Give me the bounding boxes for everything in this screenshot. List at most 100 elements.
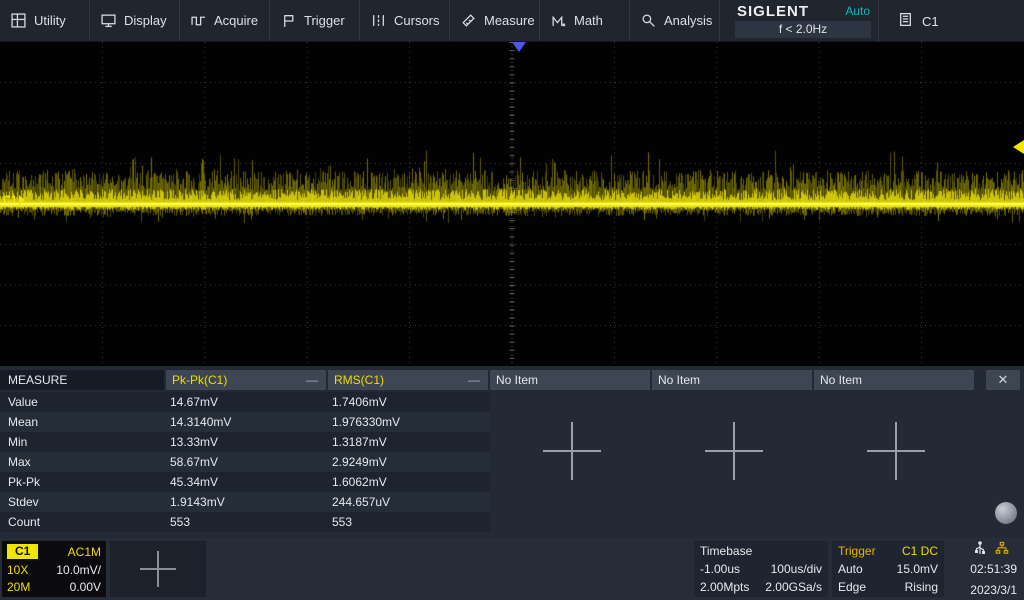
trigger-flag-icon: [281, 13, 296, 28]
stat-label: Min: [8, 432, 27, 452]
menu-item-label: Measure: [484, 13, 535, 28]
measure-column-label: No Item: [820, 373, 862, 387]
clock-time: 02:51:39: [970, 562, 1017, 576]
channel1-volts-per-div: 10.0mV/: [56, 563, 101, 577]
minimize-measure-icon[interactable]: —: [306, 370, 318, 390]
stat-value: 1.976330mV: [332, 412, 400, 432]
brand-logo: SIGLENT: [737, 3, 809, 20]
status-bar: C1 AC1M 10X 10.0mV/ 20M 0.00V Timebase -…: [0, 538, 1024, 600]
stat-value: 1.9143mV: [170, 492, 225, 512]
timebase-title: Timebase: [700, 544, 752, 558]
stat-label: Mean: [8, 412, 38, 432]
menu-item-trigger[interactable]: Trigger: [270, 0, 360, 41]
menu-bar: Utility Display Acquire Trigger Cursors …: [0, 0, 1024, 42]
acquire-icon: [191, 13, 206, 28]
add-measurement-button[interactable]: [543, 422, 601, 480]
trigger-descriptor-box[interactable]: Trigger C1 DC Auto 15.0mV Edge Rising: [832, 541, 944, 597]
trigger-source: C1 DC: [902, 544, 938, 558]
close-measure-panel-button[interactable]: ✕: [986, 370, 1020, 390]
menu-item-label: Acquire: [214, 13, 258, 28]
add-channel-box[interactable]: [110, 541, 206, 597]
measure-column-label: No Item: [658, 373, 700, 387]
active-channel-label: C1: [922, 14, 939, 29]
stat-value: 1.3187mV: [332, 432, 387, 452]
measure-column-empty-3[interactable]: No Item: [814, 370, 974, 390]
timebase-mem-points: 2.00Mpts: [700, 580, 749, 594]
timebase-delay: -1.00us: [700, 562, 740, 576]
menu-item-math[interactable]: Math: [540, 0, 630, 41]
page-icon: [898, 12, 913, 30]
waveform-display[interactable]: C1: [0, 42, 1024, 366]
menu-item-cursors[interactable]: Cursors: [360, 0, 450, 41]
measure-ruler-icon: [461, 13, 476, 28]
measure-column-rms[interactable]: RMS(C1) —: [328, 370, 488, 390]
measure-panel: MEASURE Pk-Pk(C1) — RMS(C1) — No Item No…: [0, 366, 1024, 538]
stat-value: 58.67mV: [170, 452, 218, 472]
measure-row-mean: Mean 14.3140mV 1.976330mV: [0, 412, 490, 432]
menu-item-label: Display: [124, 13, 167, 28]
stat-value: 14.67mV: [170, 392, 218, 412]
stat-value: 2.9249mV: [332, 452, 387, 472]
stat-value: 45.34mV: [170, 472, 218, 492]
display-icon: [101, 13, 116, 28]
stat-value: 244.657uV: [332, 492, 390, 512]
measure-column-empty-2[interactable]: No Item: [652, 370, 812, 390]
stat-label: Pk-Pk: [8, 472, 40, 492]
minimize-measure-icon[interactable]: —: [468, 370, 480, 390]
status-block: SIGLENT Auto f < 2.0Hz: [728, 0, 879, 42]
measure-column-pkpk[interactable]: Pk-Pk(C1) —: [166, 370, 326, 390]
add-measurement-button[interactable]: [867, 422, 925, 480]
trigger-mode: Auto: [838, 562, 863, 576]
menu-item-display[interactable]: Display: [90, 0, 180, 41]
stat-value: 553: [332, 512, 352, 532]
stat-value: 1.6062mV: [332, 472, 387, 492]
clock-box[interactable]: 02:51:39 2023/3/1: [946, 541, 1022, 597]
measure-column-label: Pk-Pk(C1): [172, 373, 227, 387]
stat-label: Max: [8, 452, 31, 472]
channel1-offset-arrow-icon: [19, 195, 25, 205]
trigger-level-value: 15.0mV: [897, 562, 938, 576]
menu-item-label: Math: [574, 13, 603, 28]
add-measurement-button[interactable]: [705, 422, 763, 480]
stat-label: Value: [8, 392, 38, 412]
math-icon: [551, 13, 566, 28]
measure-column-empty-1[interactable]: No Item: [490, 370, 650, 390]
trigger-frequency-readout: f < 2.0Hz: [735, 21, 871, 38]
measure-column-label: No Item: [496, 373, 538, 387]
measure-row-count: Count 553 553: [0, 512, 490, 532]
measure-row-pkpk: Pk-Pk 45.34mV 1.6062mV: [0, 472, 490, 492]
channel1-offset-label: C1: [3, 194, 17, 206]
channel1-chip: C1: [7, 544, 38, 559]
timebase-descriptor-box[interactable]: Timebase -1.00us 100us/div 2.00Mpts 2.00…: [694, 541, 828, 597]
stat-label: Count: [8, 512, 40, 532]
channel1-waveform-trace: [0, 42, 1024, 366]
trigger-type: Edge: [838, 580, 866, 594]
channel1-offset-marker[interactable]: C1: [3, 194, 25, 206]
add-channel-icon: [140, 551, 176, 587]
stat-value: 1.7406mV: [332, 392, 387, 412]
measure-row-stdev: Stdev 1.9143mV 244.657uV: [0, 492, 490, 512]
trigger-level-indicator[interactable]: [1013, 140, 1024, 154]
channel1-probe-atten: 10X: [7, 563, 28, 577]
cursors-icon: [371, 13, 386, 28]
active-channel-menu[interactable]: C1: [880, 0, 1024, 42]
clock-date: 2023/3/1: [970, 583, 1017, 597]
measure-column-label: RMS(C1): [334, 373, 384, 387]
measure-row-value: Value 14.67mV 1.7406mV: [0, 392, 490, 412]
menu-item-analysis[interactable]: Analysis: [630, 0, 720, 41]
channel1-offset-value: 0.00V: [70, 580, 101, 594]
channel1-descriptor-box[interactable]: C1 AC1M 10X 10.0mV/ 20M 0.00V: [2, 541, 106, 597]
menu-item-acquire[interactable]: Acquire: [180, 0, 270, 41]
trigger-title: Trigger: [838, 544, 876, 558]
menu-item-measure[interactable]: Measure: [450, 0, 540, 41]
stat-label: Stdev: [8, 492, 39, 512]
menu-item-label: Cursors: [394, 13, 440, 28]
trigger-position-indicator[interactable]: [512, 42, 526, 52]
menu-item-utility[interactable]: Utility: [0, 0, 90, 41]
measure-panel-title: MEASURE: [0, 370, 164, 390]
touch-widget-knob[interactable]: [995, 502, 1017, 524]
usb-icon: [973, 541, 987, 555]
timebase-scale: 100us/div: [771, 562, 822, 576]
analysis-magnifier-icon: [641, 13, 656, 28]
trigger-mode-badge: Auto: [845, 4, 870, 18]
